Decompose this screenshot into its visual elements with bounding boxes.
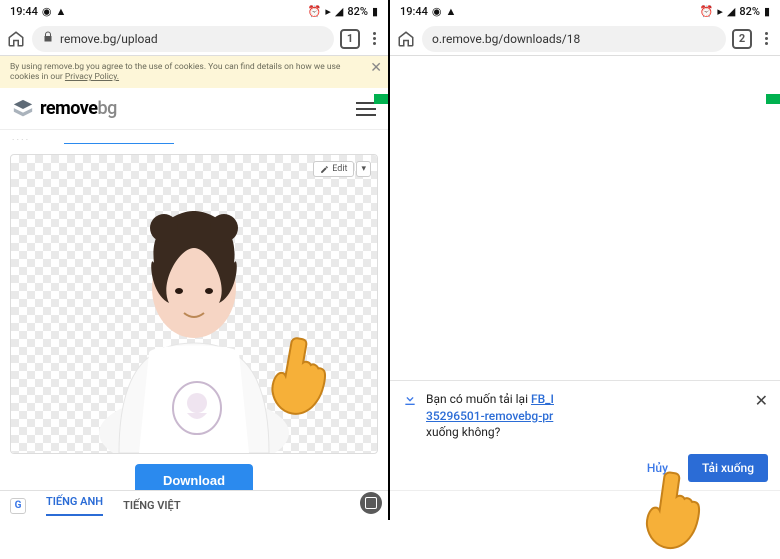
site-header: removebg: [0, 88, 388, 130]
privacy-link[interactable]: Privacy Policy.: [65, 72, 119, 82]
url-text: o.remove.bg/downloads/18: [432, 32, 580, 46]
url-text: remove.bg/upload: [60, 32, 158, 46]
alarm-icon: ⏰: [700, 5, 714, 18]
status-battery: 82%: [347, 5, 368, 18]
battery-icon: ▮: [372, 5, 378, 18]
status-time: 19:44: [10, 5, 38, 18]
alarm-icon: ⏰: [308, 5, 322, 18]
triangle-icon: ▲: [446, 5, 457, 18]
url-bar[interactable]: remove.bg/upload: [32, 26, 334, 52]
download-icon: [402, 391, 418, 411]
wifi-icon: ▸: [325, 5, 331, 18]
status-battery: 82%: [739, 5, 760, 18]
wifi-icon: ▸: [717, 5, 723, 18]
tabs-button[interactable]: 1: [340, 29, 360, 49]
tabs-button[interactable]: 2: [732, 29, 752, 49]
signal-icon: ◢: [335, 5, 343, 18]
menu-icon[interactable]: [758, 32, 774, 45]
image-editor: Edit ▾: [10, 154, 378, 454]
triangle-icon: ▲: [56, 5, 67, 18]
home-icon[interactable]: [6, 29, 26, 49]
phone-right: 19:44 ◉ ▲ ⏰ ▸ ◢ 82% ▮ o.remove.bg/downlo…: [390, 0, 780, 520]
edit-button[interactable]: Edit: [313, 161, 354, 177]
download-prompt: Bạn có muốn tải lại FB_I35296501-removeb…: [390, 380, 780, 490]
browser-toolbar: o.remove.bg/downloads/18 2: [390, 22, 780, 56]
download-confirm-button[interactable]: Tải xuống: [688, 454, 768, 482]
signal-icon: ◢: [727, 5, 735, 18]
notification-icon: ◉: [42, 5, 52, 18]
menu-icon[interactable]: [366, 32, 382, 45]
translate-bar: G TIẾNG ANH TIẾNG VIỆT: [0, 490, 388, 520]
home-icon[interactable]: [396, 29, 416, 49]
cookie-banner: By using remove.bg you agree to the use …: [0, 56, 388, 88]
close-icon[interactable]: ✕: [755, 391, 768, 410]
bottom-spacer: [390, 490, 780, 520]
result-tabs: · · · ·: [0, 130, 388, 150]
status-bar: 19:44 ◉ ▲ ⏰ ▸ ◢ 82% ▮: [0, 0, 388, 22]
tab-original[interactable]: · · · ·: [12, 136, 52, 144]
green-tag: [766, 94, 780, 104]
url-bar[interactable]: o.remove.bg/downloads/18: [422, 26, 726, 52]
cancel-button[interactable]: Hủy: [637, 455, 678, 481]
page-body: Bạn có muốn tải lại FB_I35296501-removeb…: [390, 56, 780, 520]
notification-icon: ◉: [432, 5, 442, 18]
result-image: [89, 193, 299, 453]
status-time: 19:44: [400, 5, 428, 18]
chevron-down-icon[interactable]: ▾: [356, 161, 371, 177]
google-icon[interactable]: G: [10, 498, 26, 514]
hamburger-icon[interactable]: [356, 102, 376, 116]
lang-english[interactable]: TIẾNG ANH: [46, 495, 103, 516]
battery-icon: ▮: [764, 5, 770, 18]
status-bar: 19:44 ◉ ▲ ⏰ ▸ ◢ 82% ▮: [390, 0, 780, 22]
phone-left: 19:44 ◉ ▲ ⏰ ▸ ◢ 82% ▮ remove.bg/upload: [0, 0, 390, 520]
floating-tab-icon[interactable]: [360, 492, 382, 514]
lang-vietnamese[interactable]: TIẾNG VIỆT: [123, 499, 181, 512]
lock-icon: [42, 31, 54, 46]
tab-removed[interactable]: [64, 136, 174, 144]
brand-logo[interactable]: removebg: [12, 98, 117, 120]
close-icon[interactable]: ✕: [370, 60, 382, 77]
green-tag: [374, 94, 388, 104]
download-message: Bạn có muốn tải lại FB_I35296501-removeb…: [426, 391, 747, 440]
browser-toolbar: remove.bg/upload 1: [0, 22, 388, 56]
